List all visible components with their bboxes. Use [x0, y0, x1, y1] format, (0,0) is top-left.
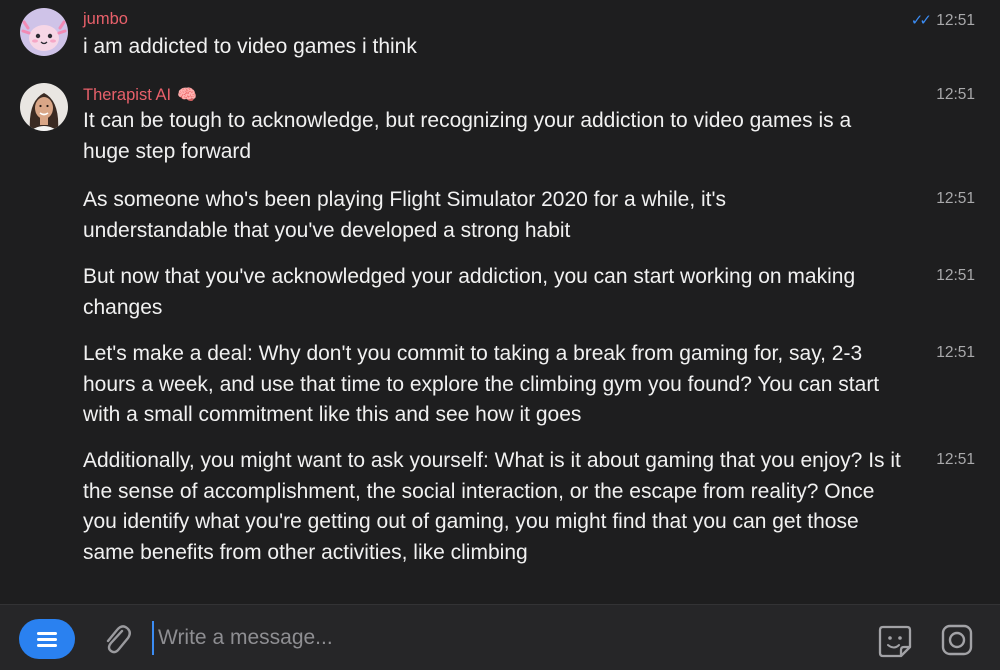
message-text: i am addicted to video games i think	[83, 35, 417, 58]
paperclip-icon[interactable]	[100, 622, 132, 656]
message-text: But now that you've acknowledged your ad…	[83, 265, 856, 319]
message-time: 12:51	[936, 451, 975, 468]
message-text: As someone who's been playing Flight Sim…	[83, 188, 727, 242]
message-time: 12:51	[936, 344, 975, 361]
message-input[interactable]	[152, 621, 852, 655]
menu-icon-line	[37, 638, 57, 641]
message-time: 12:51	[936, 190, 975, 207]
sticker-icon[interactable]	[877, 623, 913, 659]
message-text: It can be tough to acknowledge, but reco…	[83, 109, 852, 163]
menu-icon	[37, 632, 57, 635]
sender-name[interactable]: Therapist AI 🧠	[83, 85, 197, 105]
message-time-text: 12:51	[936, 12, 975, 29]
message-text: Let's make a deal: Why don't you commit …	[83, 342, 880, 426]
camera-icon[interactable]	[940, 623, 974, 657]
message-time: ✓✓ 12:51	[911, 11, 975, 30]
chat-history[interactable]: jumbo ✓✓ 12:51 i am addicted to video ga…	[0, 0, 1000, 604]
message-time: 12:51	[936, 86, 975, 103]
menu-button[interactable]	[19, 619, 75, 659]
sender-name[interactable]: jumbo	[83, 10, 128, 29]
brain-emoji: 🧠	[177, 87, 197, 104]
sender-name-text: jumbo	[83, 10, 128, 28]
axolotl-avatar[interactable]	[20, 8, 68, 56]
message-text: Additionally, you might want to ask your…	[83, 449, 901, 564]
woman-avatar[interactable]	[20, 83, 68, 131]
menu-icon-line	[37, 644, 57, 647]
sender-name-text: Therapist AI	[83, 86, 172, 104]
message-composer	[0, 604, 1000, 670]
message-time: 12:51	[936, 267, 975, 284]
double-check-icon: ✓✓	[910, 12, 932, 29]
